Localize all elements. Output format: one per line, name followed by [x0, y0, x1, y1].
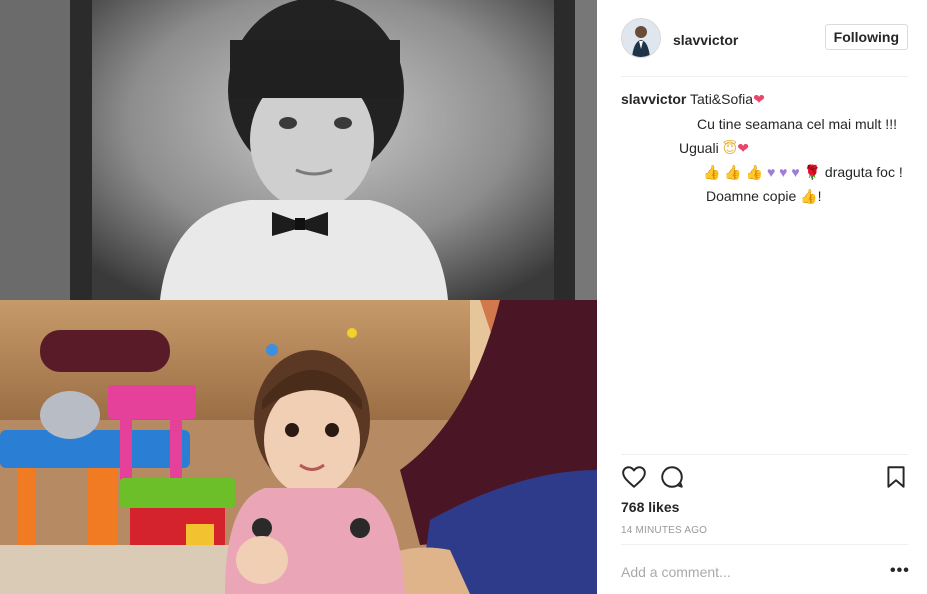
comment-text: Cu tine seamana cel mai mult !!! — [697, 116, 897, 132]
more-options-icon[interactable]: ••• — [890, 562, 910, 582]
heart-outline-icon[interactable] — [621, 464, 647, 490]
comment-icon[interactable] — [659, 464, 685, 490]
actions-divider — [621, 454, 908, 455]
profile-avatar[interactable] — [621, 18, 661, 58]
comment-1: Cu tine seamana cel mai mult !!! — [697, 115, 897, 133]
purple-heart-emoji-icon: ♥ ♥ ♥ — [766, 164, 800, 180]
comment-text: Uguali — [679, 140, 719, 156]
comment-input-divider — [621, 544, 908, 545]
post-photo-image — [0, 0, 597, 594]
avatar-image — [622, 19, 660, 57]
comment-3: 👍 👍 👍 ♥ ♥ ♥ 🌹 draguta foc ! — [703, 163, 903, 181]
comment-text: draguta foc ! — [824, 164, 903, 180]
likes-count[interactable]: 768 likes — [621, 499, 679, 515]
caption-text: Tati&Sofia — [690, 91, 754, 107]
comment-text: Doamne copie — [706, 188, 797, 204]
post-header: slavvictor Following — [621, 16, 908, 60]
header-username[interactable]: slavvictor — [673, 32, 738, 48]
post-timestamp[interactable]: 14 MINUTES AGO — [621, 525, 707, 536]
heart-emoji-icon: ❤ — [737, 140, 749, 156]
rose-emoji-icon: 🌹 — [803, 164, 822, 180]
caption: slavvictor Tati&Sofia❤ — [621, 90, 765, 108]
header-divider — [621, 76, 908, 77]
post-side-panel: slavvictor Following slavvictor Tati&Sof… — [597, 0, 927, 594]
action-bar — [621, 464, 908, 492]
comment-2: Uguali 😇❤ — [679, 139, 749, 157]
thumbs-up-emoji-icon: 👍 👍 👍 — [703, 164, 764, 180]
bookmark-icon[interactable] — [883, 464, 909, 490]
comment-4: Doamne copie 👍! — [706, 188, 822, 204]
post-photo[interactable] — [0, 0, 597, 594]
thumbs-up-emoji-icon: 👍 — [796, 188, 818, 204]
add-comment-input[interactable] — [621, 562, 861, 582]
heart-emoji-icon: ❤ — [753, 91, 765, 107]
angel-emoji-icon: 😇 — [722, 140, 738, 156]
caption-username[interactable]: slavvictor — [621, 91, 686, 107]
following-button[interactable]: Following — [824, 24, 908, 50]
